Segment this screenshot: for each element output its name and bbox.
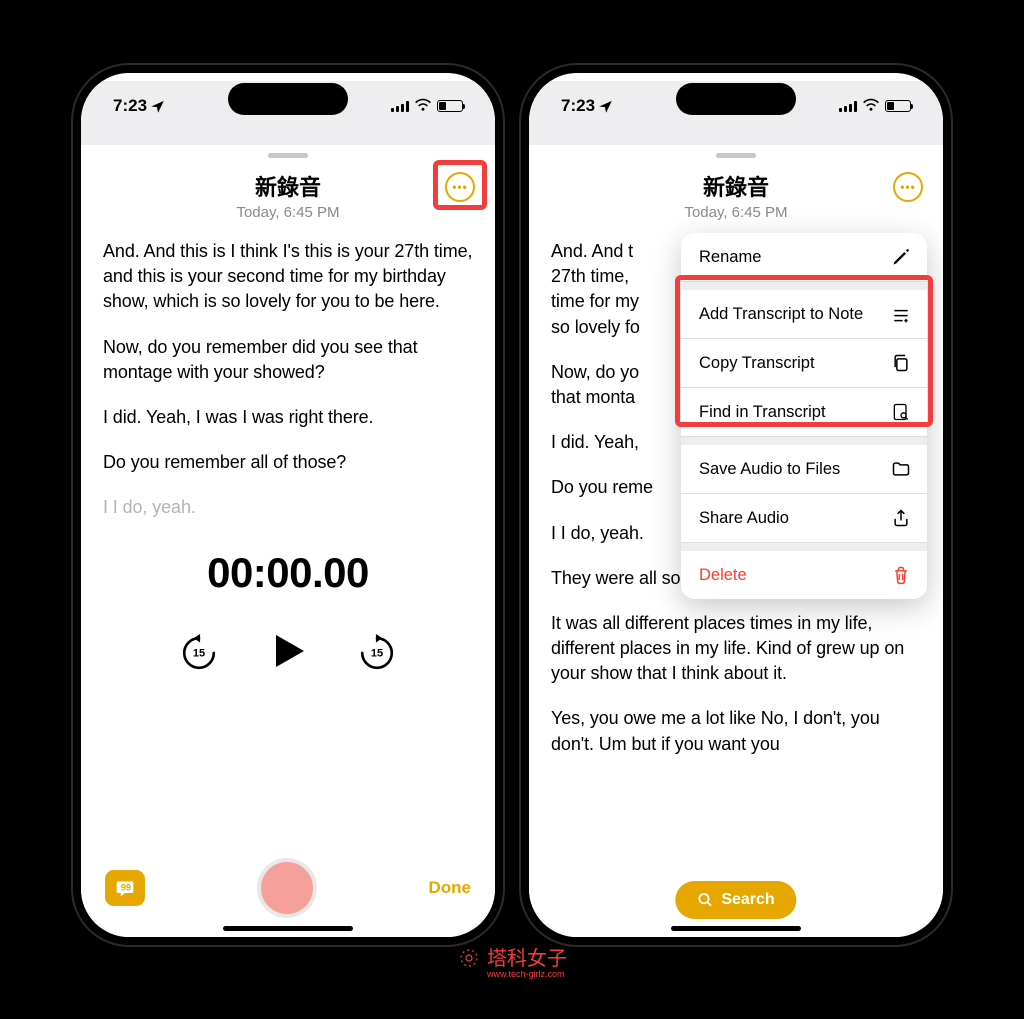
menu-delete[interactable]: Delete (681, 551, 927, 599)
location-arrow-icon (598, 99, 613, 114)
cellular-signal-icon (839, 100, 857, 112)
ellipsis-icon: ••• (900, 180, 916, 194)
doc-search-icon (891, 402, 911, 422)
menu-find-in-transcript[interactable]: Find in Transcript (681, 388, 927, 437)
menu-label: Delete (699, 566, 747, 585)
home-indicator[interactable] (671, 926, 801, 931)
skip-back-button[interactable]: 15 (180, 634, 218, 672)
menu-share-audio[interactable]: Share Audio (681, 494, 927, 543)
menu-save-audio[interactable]: Save Audio to Files (681, 445, 927, 494)
recording-subtitle: Today, 6:45 PM (97, 204, 479, 221)
cellular-signal-icon (391, 100, 409, 112)
playback-timer: 00:00.00 (81, 549, 495, 597)
search-button[interactable]: Search (675, 881, 796, 919)
search-icon (697, 892, 713, 908)
transcript-area: And. And this is I think I's this is you… (81, 239, 495, 521)
search-label: Search (721, 891, 774, 909)
done-button[interactable]: Done (429, 878, 472, 898)
transcript-line: And. And this is I think I's this is you… (103, 239, 473, 315)
more-options-button[interactable]: ••• (893, 172, 923, 202)
recording-subtitle: Today, 6:45 PM (545, 204, 927, 221)
recording-sheet: 新錄音 Today, 6:45 PM ••• And. And t27th ti… (529, 145, 943, 937)
menu-rename[interactable]: Rename (681, 233, 927, 282)
play-button[interactable] (264, 627, 312, 680)
pencil-icon (891, 247, 911, 267)
home-indicator[interactable] (223, 926, 353, 931)
transcript-toggle-button[interactable]: 99 (105, 870, 145, 906)
menu-label: Rename (699, 248, 761, 267)
speech-bubble-icon: 99 (115, 878, 135, 898)
share-icon (891, 508, 911, 528)
menu-add-transcript-to-note[interactable]: Add Transcript to Note (681, 290, 927, 339)
menu-copy-transcript[interactable]: Copy Transcript (681, 339, 927, 388)
recording-sheet: 新錄音 Today, 6:45 PM ••• And. And this is … (81, 145, 495, 937)
ellipsis-icon: ••• (452, 180, 468, 194)
menu-label: Add Transcript to Note (699, 305, 863, 324)
wifi-icon (414, 96, 432, 116)
menu-label: Find in Transcript (699, 403, 826, 422)
phone-left: 7:23 新錄音 Today, 6:45 PM ••• (73, 65, 503, 945)
notch (228, 83, 348, 115)
watermark-text: 塔科女子 (487, 948, 567, 970)
folder-icon (891, 459, 911, 479)
gear-icon (457, 946, 481, 976)
skip-forward-button[interactable]: 15 (358, 634, 396, 672)
trash-icon (891, 565, 911, 585)
transcript-line: Now, do you remember did you see that mo… (103, 335, 473, 385)
svg-text:99: 99 (121, 883, 131, 893)
location-arrow-icon (150, 99, 165, 114)
copy-icon (891, 353, 911, 373)
more-options-button[interactable]: ••• (445, 172, 475, 202)
wifi-icon (862, 96, 880, 116)
phone-right: 7:23 新錄音 Today, 6:45 PM ••• (521, 65, 951, 945)
record-button[interactable] (257, 858, 317, 918)
transcript-line: Do you remember all of those? (103, 450, 473, 475)
battery-icon (437, 100, 463, 112)
status-time: 7:23 (561, 96, 595, 116)
menu-label: Share Audio (699, 509, 789, 528)
transcript-line: Yes, you owe me a lot like No, I don't, … (551, 706, 921, 756)
context-menu: Rename Add Transcript to Note Copy Trans… (681, 233, 927, 599)
recording-title: 新錄音 (545, 170, 927, 202)
recording-title: 新錄音 (97, 170, 479, 202)
transcript-line: I did. Yeah, I was I was right there. (103, 405, 473, 430)
notch (676, 83, 796, 115)
transcript-line: It was all different places times in my … (551, 611, 921, 687)
watermark: 塔科女子 www.tech-girlz.com (457, 942, 567, 979)
note-add-icon (891, 304, 911, 324)
menu-label: Save Audio to Files (699, 460, 840, 479)
watermark-url: www.tech-girlz.com (487, 969, 567, 979)
transcript-line: I I do, yeah. (103, 495, 473, 520)
menu-label: Copy Transcript (699, 354, 815, 373)
battery-icon (885, 100, 911, 112)
status-time: 7:23 (113, 96, 147, 116)
